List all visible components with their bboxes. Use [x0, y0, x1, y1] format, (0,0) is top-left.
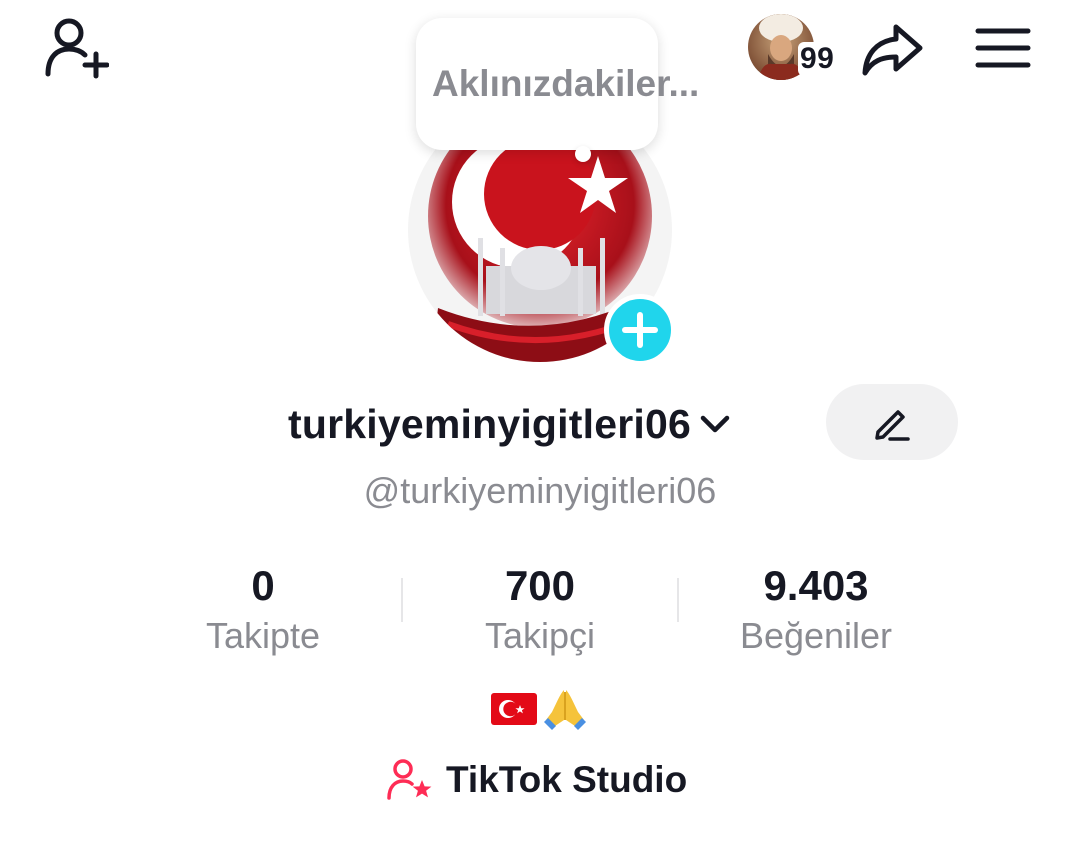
stat-divider: [401, 578, 403, 622]
likes-label: Beğeniler: [739, 615, 893, 656]
edit-profile-button[interactable]: [826, 384, 958, 460]
pencil-icon: [875, 410, 910, 441]
note-bubble-tail: [575, 146, 591, 162]
chevron-down-icon: [695, 404, 735, 444]
followers-label: Takipçi: [484, 615, 596, 656]
story-count-badge: 99: [798, 42, 837, 76]
account-switcher[interactable]: turkiyeminyigitleri06: [288, 392, 735, 456]
following-count: 0: [251, 562, 275, 609]
following-label: Takipte: [205, 615, 321, 656]
plus-icon: [622, 312, 658, 348]
note-placeholder: Aklınızdakiler...: [432, 63, 700, 104]
stat-following[interactable]: 0 Takipte: [143, 558, 383, 658]
user-handle: @turkiyeminyigitleri06: [363, 470, 717, 511]
add-user-icon: [45, 18, 109, 79]
note-bubble[interactable]: Aklınızdakiler...: [416, 18, 700, 150]
bio: [490, 684, 590, 734]
add-avatar-button[interactable]: [604, 294, 676, 366]
stat-followers[interactable]: 700 Takipçi: [420, 558, 660, 658]
stat-likes[interactable]: 9.403 Beğeniler: [696, 558, 936, 658]
creator-star-icon: [387, 759, 432, 800]
tiktok-studio-label: TikTok Studio: [446, 759, 688, 800]
folded-hands-icon: [544, 690, 586, 730]
followers-count: 700: [504, 562, 576, 609]
profile-page: 99 Aklınızdakiler... turkiyeminyigitleri…: [0, 0, 1080, 844]
turkey-flag-icon: [491, 693, 537, 725]
share-arrow-icon: [862, 24, 923, 76]
username: turkiyeminyigitleri06: [288, 400, 691, 447]
menu-button[interactable]: [970, 18, 1036, 78]
share-profile-button[interactable]: [856, 16, 928, 82]
add-friend-button[interactable]: [38, 14, 114, 82]
story-avatar-badge[interactable]: 99: [748, 14, 844, 84]
stat-divider: [677, 578, 679, 622]
tiktok-studio-link[interactable]: TikTok Studio: [386, 752, 687, 808]
likes-count: 9.403: [763, 562, 869, 609]
hamburger-menu-icon: [975, 28, 1031, 68]
